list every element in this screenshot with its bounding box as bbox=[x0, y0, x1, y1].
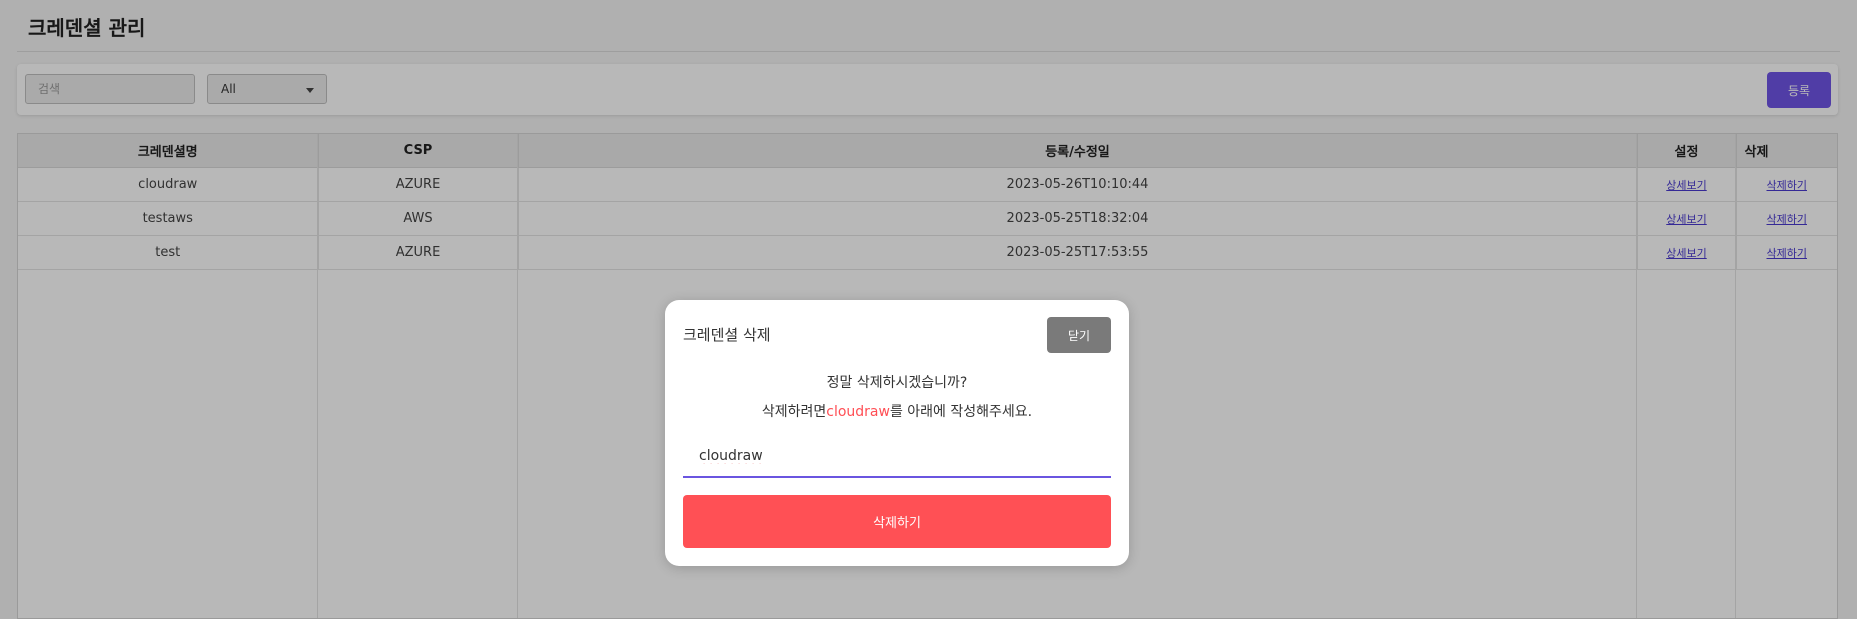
confirm-name-input[interactable] bbox=[683, 436, 1111, 478]
confirm-question: 정말 삭제하시겠습니까? bbox=[826, 375, 968, 391]
confirm-instruction: 삭제하려면cloudraw를 아래에 작성해주세요. bbox=[665, 401, 1129, 421]
close-button[interactable]: 닫기 bbox=[1047, 317, 1111, 353]
instruction-target-name: cloudraw bbox=[826, 404, 890, 420]
delete-confirm-button[interactable]: 삭제하기 bbox=[683, 495, 1111, 548]
delete-credential-modal: 크레덴셜 삭제 닫기 정말 삭제하시겠습니까? 삭제하려면cloudraw를 아… bbox=[665, 300, 1129, 566]
instruction-suffix: 를 아래에 작성해주세요. bbox=[889, 404, 1033, 420]
modal-title: 크레덴셜 삭제 bbox=[683, 326, 771, 344]
instruction-prefix: 삭제하려면 bbox=[761, 404, 827, 420]
